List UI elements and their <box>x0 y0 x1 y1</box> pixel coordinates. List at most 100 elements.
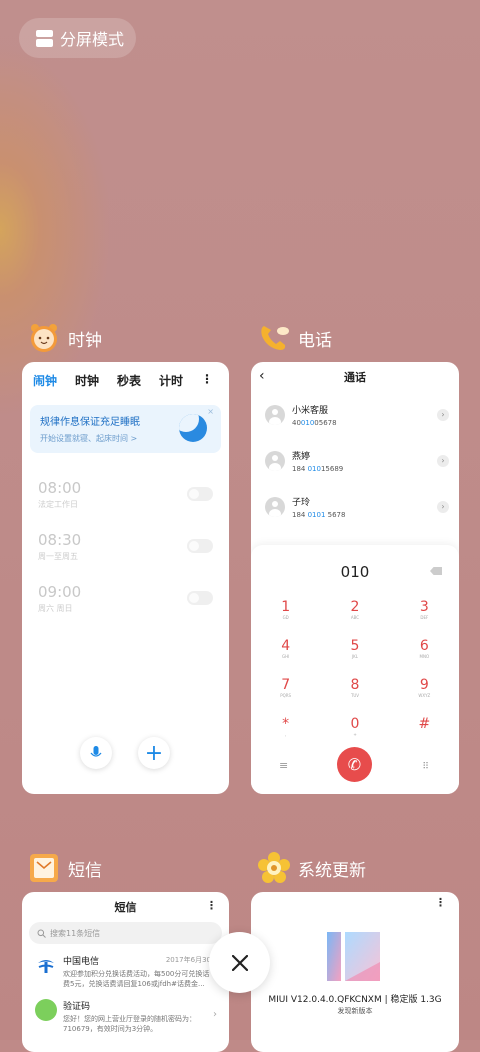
clock-app-icon <box>31 324 57 352</box>
more-menu-icon[interactable]: ⋮ <box>435 896 446 909</box>
dial-key-letters: TUV <box>350 693 360 698</box>
dial-key-letters: GHI <box>282 654 290 659</box>
more-menu-icon[interactable]: ⋮ <box>201 372 213 389</box>
voice-button[interactable] <box>80 737 112 769</box>
dial-key-letters: ABC <box>350 615 360 620</box>
alarm-toggle[interactable] <box>187 539 213 553</box>
miui-12-logo <box>327 932 380 981</box>
dial-key-digit: 0 <box>350 716 360 732</box>
add-alarm-button[interactable]: + <box>138 737 170 769</box>
phone-title: 通话 <box>344 371 366 384</box>
updater-app-card[interactable]: ⋮ MIUI V12.0.4.0.QFKCNXM | 稳定版 1.3G 发现新版… <box>251 892 459 1052</box>
dial-key[interactable]: 5 JKL <box>320 638 389 663</box>
chevron-right-icon[interactable]: › <box>213 1009 217 1020</box>
dial-key[interactable]: 6 MNO <box>390 638 459 663</box>
phone-header: ‹ 通话 <box>251 362 459 392</box>
message-preview: 欢迎参加积分兑换话费活动，每500分可兑换话费5元，兑换话费请回复106或jfd… <box>63 970 210 988</box>
dial-key-digit: 1 <box>281 599 291 615</box>
dial-key-digit: # <box>418 716 431 732</box>
chevron-right-icon[interactable]: › <box>437 409 449 421</box>
alarm-item[interactable]: 09:00 周六 周日 <box>22 567 229 619</box>
dialed-number: 010 <box>340 563 370 581</box>
avatar-icon <box>265 497 285 517</box>
sleep-banner[interactable]: 规律作息保证充足睡眠 开始设置就寝、起床时间 > × <box>30 405 221 453</box>
update-status: 发现新版本 <box>337 1007 373 1015</box>
tab-alarm[interactable]: 闹钟 <box>33 372 57 389</box>
dialpad-toggle-icon[interactable]: ⠿ <box>422 762 429 772</box>
alarm-item[interactable]: 08:30 周一至周五 <box>22 515 229 567</box>
chat-bubble-icon <box>35 999 57 1021</box>
avatar-icon <box>265 405 285 425</box>
dial-key-digit: 4 <box>281 638 291 654</box>
dial-key-letters: MNO <box>419 654 430 659</box>
more-menu-icon[interactable]: ⋮ <box>206 899 217 912</box>
alarm-toggle[interactable] <box>187 487 213 501</box>
clock-app-name: 时钟 <box>68 330 102 351</box>
contact-list: 小米客服 4001005678 › 燕婷 184 01015689 › 子玲 1… <box>251 392 459 530</box>
contact-item[interactable]: 子玲 184 0101 5678 › <box>251 484 459 530</box>
call-button[interactable]: ✆ <box>337 747 372 782</box>
dial-key-digit: 3 <box>419 599 429 615</box>
dial-key-digit: 2 <box>350 599 360 615</box>
dial-key[interactable]: 0 + <box>320 716 389 741</box>
moon-icon <box>179 414 207 442</box>
phone-app-icon <box>261 326 289 350</box>
dial-key-letters: , <box>285 732 287 737</box>
dial-key-digit: * <box>282 716 290 732</box>
clock-app-card[interactable]: 闹钟 时钟 秒表 计时 ⋮ 规律作息保证充足睡眠 开始设置就寝、起床时间 > ×… <box>22 362 229 794</box>
dial-key[interactable]: 9 WXYZ <box>390 677 459 702</box>
dial-key-letters: PQRS <box>280 693 292 698</box>
dial-key-letters: GD <box>282 615 289 620</box>
alarm-item[interactable]: 08:00 法定工作日 <box>22 463 229 515</box>
phone-app-header: 电话 <box>258 322 332 354</box>
dial-key[interactable]: 3 DEF <box>390 599 459 624</box>
sms-app-header: 短信 <box>28 852 102 884</box>
tab-clock[interactable]: 时钟 <box>75 372 99 389</box>
search-icon <box>37 929 46 938</box>
banner-close-icon[interactable]: × <box>207 407 214 416</box>
dial-key-letters: DEF <box>420 615 429 620</box>
tab-timer[interactable]: 计时 <box>159 372 183 389</box>
sms-app-icon <box>30 854 58 882</box>
dial-key[interactable]: 8 TUV <box>320 677 389 702</box>
contact-number: 184 0101 5678 <box>292 511 346 519</box>
contact-item[interactable]: 燕婷 184 01015689 › <box>251 438 459 484</box>
tab-stopwatch[interactable]: 秒表 <box>117 372 141 389</box>
dial-key[interactable]: # <box>390 716 459 741</box>
split-screen-label: 分屏模式 <box>60 30 125 49</box>
contact-item[interactable]: 小米客服 4001005678 › <box>251 392 459 438</box>
dial-key[interactable]: 7 PQRS <box>251 677 320 702</box>
sms-app-name: 短信 <box>68 860 102 881</box>
back-arrow-icon[interactable]: ‹ <box>259 368 265 384</box>
menu-icon[interactable]: ≡ <box>279 759 288 772</box>
contact-name: 子玲 <box>292 498 311 508</box>
sms-app-card[interactable]: 短信 ⋮ 搜索11条短信 中国电信 欢迎参加积分兑换话费活动，每500分可兑换话… <box>22 892 229 1052</box>
phone-app-card[interactable]: ‹ 通话 小米客服 4001005678 › 燕婷 184 01015689 ›… <box>251 362 459 794</box>
message-date: 2017年6月30 <box>165 956 211 964</box>
avatar-icon <box>265 451 285 471</box>
dial-key[interactable]: *, <box>251 716 320 741</box>
alarm-toggle[interactable] <box>187 591 213 605</box>
dial-key[interactable]: 2 ABC <box>320 599 389 624</box>
contact-name: 小米客服 <box>292 406 329 416</box>
alarm-list: 08:00 法定工作日 08:30 周一至周五 09:00 周六 周日 <box>22 463 229 619</box>
clock-tabs: 闹钟 时钟 秒表 计时 ⋮ <box>22 362 229 389</box>
miui-version: MIUI V12.0.4.0.QFKCNXM | 稳定版 1.3G <box>268 995 442 1005</box>
message-item[interactable]: 中国电信 欢迎参加积分兑换话费活动，每500分可兑换话费5元，兑换话费请回复10… <box>22 944 229 989</box>
search-input[interactable]: 搜索11条短信 <box>29 922 222 944</box>
microphone-icon <box>90 746 102 757</box>
clear-all-button[interactable] <box>209 932 270 993</box>
contact-number: 4001005678 <box>292 419 337 427</box>
dial-key-digit: 5 <box>350 638 360 654</box>
chevron-right-icon[interactable]: › <box>437 455 449 467</box>
dial-key[interactable]: 1 GD <box>251 599 320 624</box>
message-preview: 您好！您的网上营业厅登录的随机密码为：710679，有效时间为3分钟。 <box>63 1015 196 1033</box>
chevron-right-icon[interactable]: › <box>437 501 449 513</box>
split-screen-button[interactable]: 分屏模式 <box>19 18 136 58</box>
dial-key[interactable]: 4 GHI <box>251 638 320 663</box>
clock-app-header: 时钟 <box>28 322 102 354</box>
contact-number: 184 01015689 <box>292 465 344 473</box>
updater-app-name: 系统更新 <box>298 860 366 881</box>
dial-key-digit: 7 <box>281 677 291 693</box>
message-item[interactable]: 验证码 您好！您的网上营业厅登录的随机密码为：710679，有效时间为3分钟。 … <box>22 989 229 1034</box>
